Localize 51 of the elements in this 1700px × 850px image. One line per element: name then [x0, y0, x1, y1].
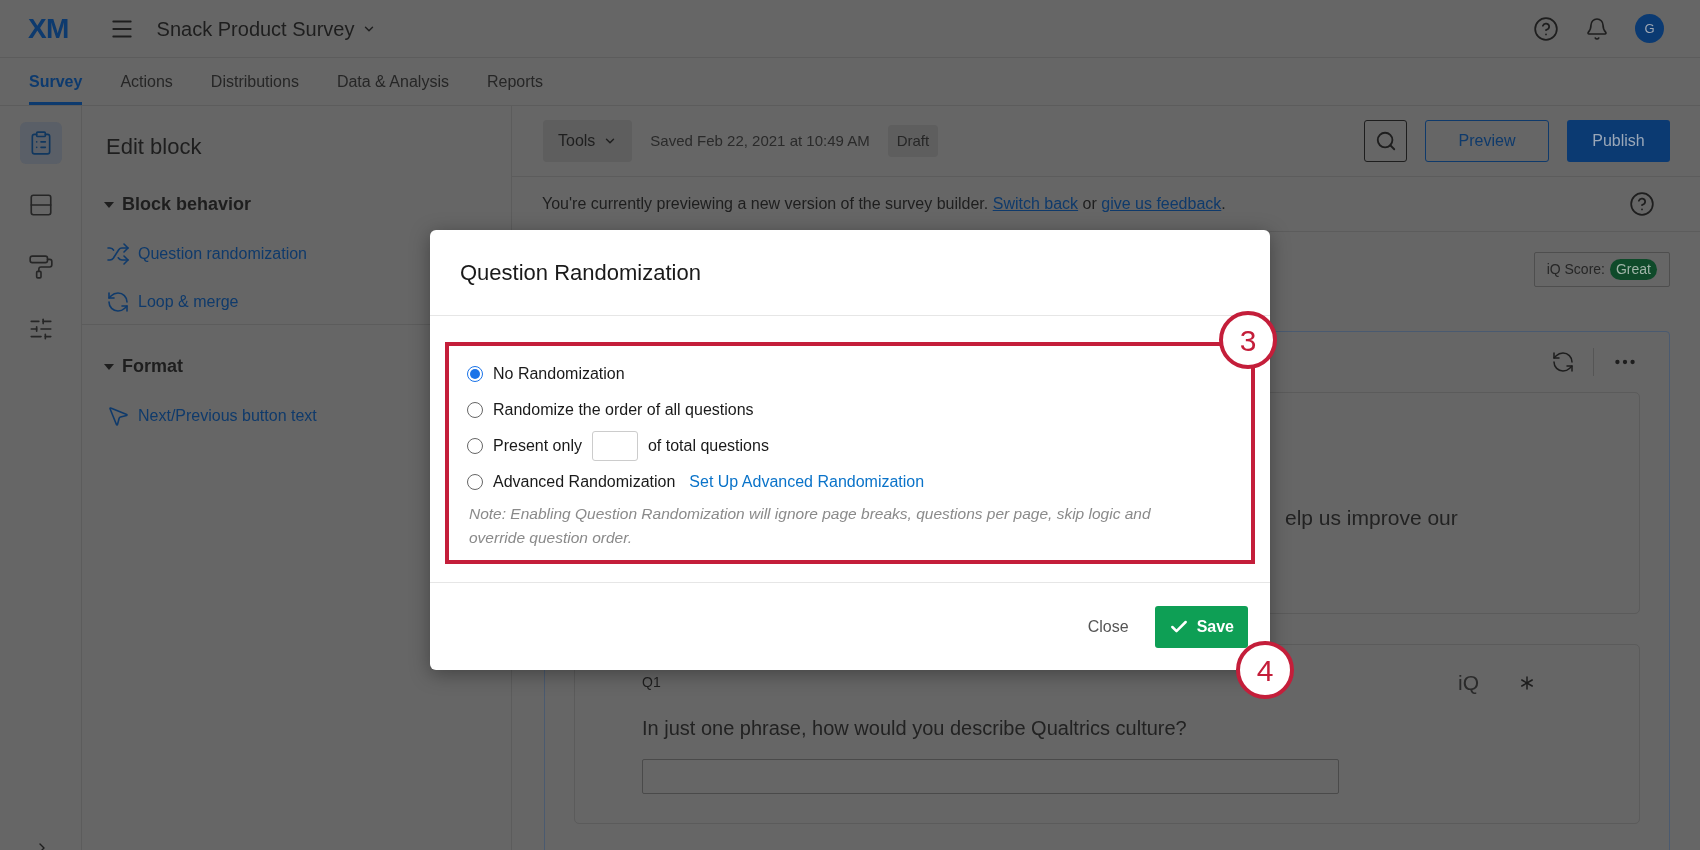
nav-tab[interactable]: Data & Analysis — [336, 58, 449, 105]
nav-tab[interactable]: Survey — [29, 58, 83, 105]
iq-score-label: iQ Score: — [1546, 260, 1605, 279]
banner-text: You're currently previewing a new version of the survey builder. Switch back or give us feedback. — [542, 194, 1226, 214]
panel-link[interactable]: Question randomization — [138, 242, 307, 266]
option-label: of total questions — [647, 436, 769, 456]
answer-box[interactable] — [642, 758, 1339, 794]
nav-tab[interactable]: Actions — [120, 58, 173, 105]
question-number: Q1 — [642, 673, 661, 693]
close-button[interactable]: Close — [1087, 614, 1129, 639]
option-label[interactable]: Present only — [493, 434, 582, 458]
switch-back-link[interactable]: Switch back — [992, 195, 1079, 212]
loop-icon[interactable] — [1551, 350, 1575, 374]
note-text: Note: Enabling Question Randomization will ignore page breaks, questions per page, skip logic and override question order. — [468, 504, 1152, 548]
pointer-icon — [106, 404, 130, 428]
save-button[interactable]: Save — [1154, 605, 1248, 648]
option-label[interactable]: Advanced Randomization — [493, 470, 676, 494]
iq-label[interactable]: iQ — [1458, 667, 1479, 699]
setup-link[interactable]: Set Up Advanced Randomization — [689, 470, 925, 494]
count-field[interactable] — [591, 431, 638, 461]
search-icon — [1374, 130, 1397, 152]
option-label[interactable]: No Randomization — [493, 362, 625, 386]
panel-link[interactable]: Loop & merge — [138, 290, 239, 314]
publish-button[interactable]: Publish — [1567, 120, 1670, 162]
clipboard-icon[interactable] — [19, 122, 62, 164]
question-text: elp us improve our — [1285, 504, 1458, 531]
saved-status: Saved Feb 22, 2021 at 10:49 AM — [650, 130, 870, 151]
iq-score-box[interactable]: iQ Score: Great — [1533, 252, 1670, 287]
question-text: In just one phrase, how would you describe Qualtrics culture? — [642, 715, 1188, 741]
nav-tab[interactable]: Reports — [486, 58, 543, 105]
section-header[interactable]: Block behavior — [104, 191, 511, 218]
step-callout: 4 — [1236, 641, 1294, 699]
logo[interactable]: XM — [28, 7, 69, 50]
loop-icon — [106, 290, 130, 314]
nav-tab[interactable]: Distributions — [210, 58, 299, 105]
tools-dropdown[interactable]: Tools — [543, 120, 633, 162]
dialog-title: Question Randomization — [460, 259, 701, 287]
feedback-link[interactable]: give us feedback — [1101, 195, 1222, 212]
preview-button[interactable]: Preview — [1425, 120, 1549, 162]
help-icon[interactable] — [1533, 15, 1559, 42]
avatar[interactable]: G — [1635, 14, 1664, 43]
help-icon[interactable] — [1629, 191, 1655, 217]
panel-link[interactable]: Next/Previous button text — [138, 404, 317, 428]
search-button[interactable] — [1364, 120, 1407, 162]
score-badge: Great — [1610, 259, 1657, 280]
bell-icon[interactable] — [1585, 16, 1609, 41]
status-badge: Draft — [887, 124, 939, 158]
option-label[interactable]: Randomize the order of all questions — [493, 398, 754, 422]
shuffle-icon — [106, 242, 130, 266]
survey-title-dropdown[interactable]: Snack Product Survey — [156, 13, 377, 44]
panel-title: Edit block — [105, 133, 203, 161]
